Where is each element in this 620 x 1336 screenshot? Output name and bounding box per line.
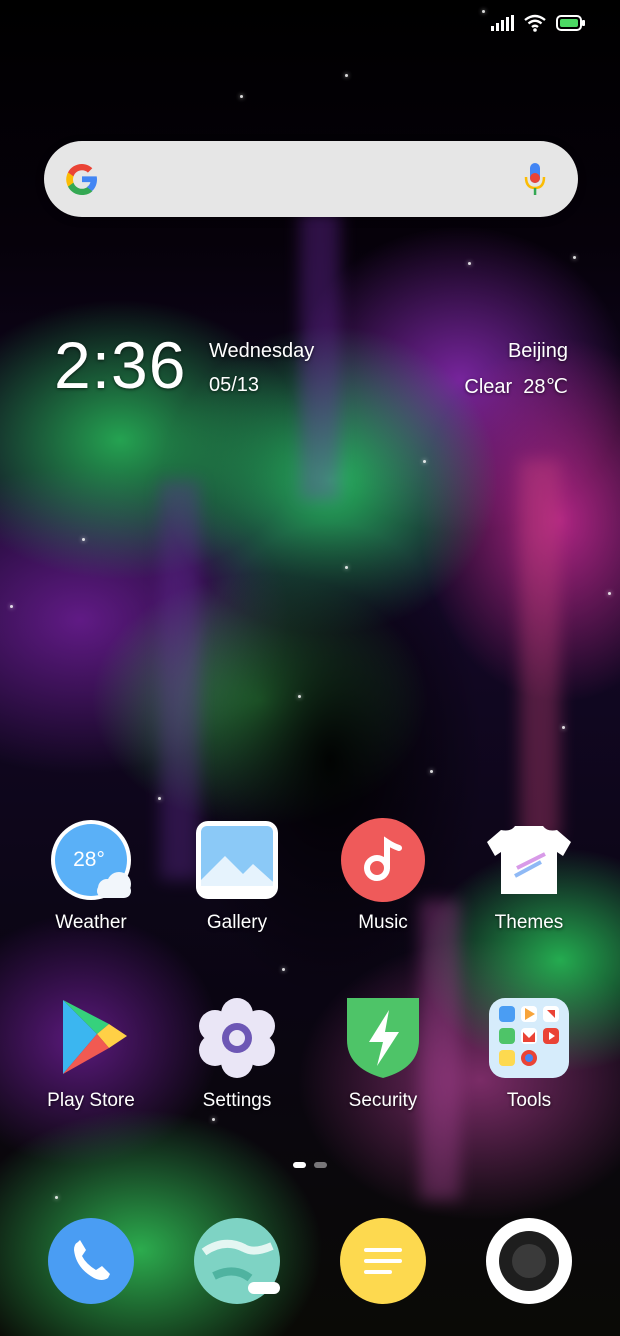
clock-time: 2:36 [54,328,187,402]
app-themes[interactable]: Themes [456,818,602,948]
app-label-play-store: Play Store [47,1090,135,1111]
dock-phone[interactable] [48,1218,134,1304]
phone-icon [48,1218,134,1304]
cellular-signal-icon [491,15,514,31]
page-dot-active [293,1162,306,1168]
app-tools-folder[interactable]: Tools [456,996,602,1126]
dock-messages[interactable] [340,1218,426,1304]
wifi-icon [524,14,546,32]
app-security[interactable]: Security [310,996,456,1126]
google-logo-icon [66,164,97,195]
app-label-security: Security [348,1090,418,1111]
weather-icon-temp: 28° [73,848,105,871]
app-label-themes: Themes [494,912,564,933]
dock-browser[interactable] [194,1218,280,1304]
music-icon [341,818,425,902]
battery-level [560,19,578,27]
gallery-icon [196,821,278,899]
page-indicator [293,1162,327,1168]
dock-camera[interactable] [486,1218,572,1304]
app-settings[interactable]: Settings [164,996,310,1126]
google-search-bar[interactable] [44,141,578,217]
clock-weather-widget[interactable]: 2:36 Wednesday 05/13 Beijing Clear 28℃ [54,330,568,410]
app-label-tools: Tools [506,1090,552,1111]
themes-icon [487,826,571,894]
app-label-weather: Weather [55,912,127,933]
app-gallery[interactable]: Gallery [164,818,310,948]
microphone-icon[interactable] [522,161,548,197]
app-label-gallery: Gallery [206,912,268,933]
browser-icon [194,1218,280,1304]
app-label-music: Music [358,912,408,933]
tools-folder-icon [489,998,569,1078]
app-play-store[interactable]: Play Store [18,996,164,1126]
security-icon [347,998,419,1078]
settings-icon [199,998,275,1078]
battery-icon [556,15,585,31]
app-label-settings: Settings [202,1090,272,1111]
clock-day: Wednesday [209,340,315,362]
app-weather[interactable]: 28° Weather [18,818,164,948]
status-bar [491,14,586,32]
camera-icon [486,1218,572,1304]
play-store-icon [63,1000,127,1074]
weather-summary: Clear 28℃ [464,376,568,398]
weather-icon: 28° [51,820,131,900]
weather-city: Beijing [507,340,568,362]
app-music[interactable]: Music [310,818,456,948]
page-dot[interactable] [314,1162,327,1168]
messages-icon [340,1218,426,1304]
clock-date: 05/13 [209,374,260,396]
